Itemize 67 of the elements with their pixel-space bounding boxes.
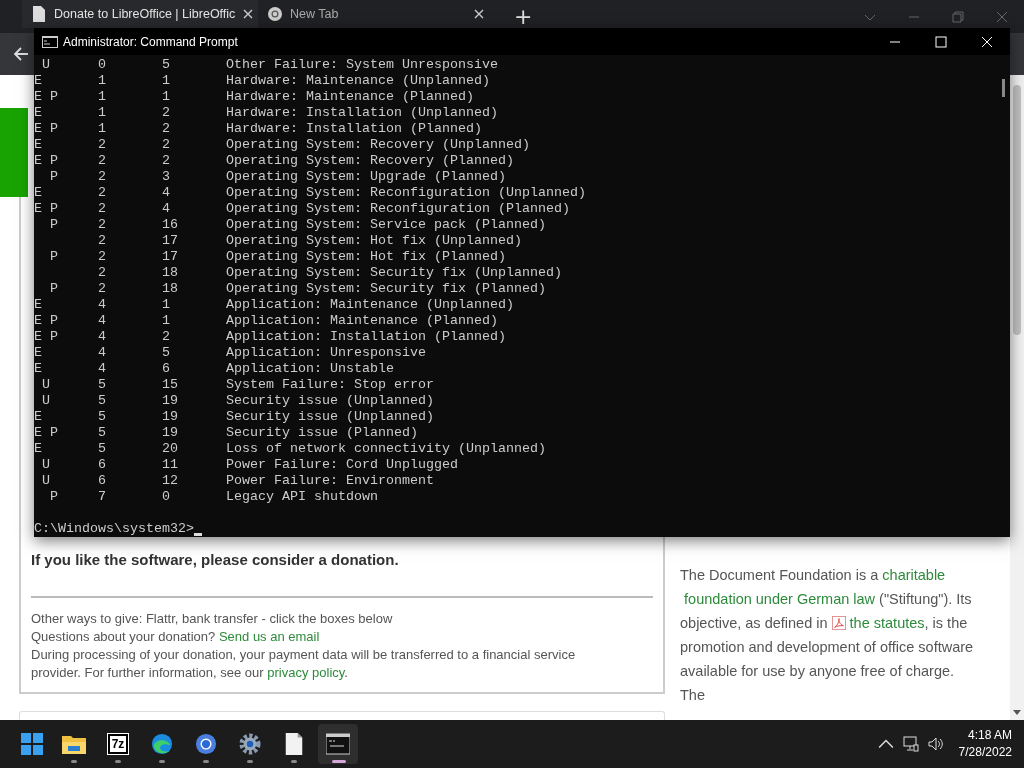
console-line: E 4 5 Application: Unresponsive	[34, 345, 427, 361]
console-line: U 5 19 Security issue (Unplanned)	[41, 393, 435, 409]
console-line: E P 2 2 Operating System: Recovery (Planned)	[34, 153, 515, 169]
page-icon	[32, 6, 46, 22]
console-line: E 5 20 Loss of network connectivity (Unplanned)	[34, 441, 547, 457]
console-line: U 0 5 Other Failure: System Unresponsive	[41, 57, 499, 73]
scrollbar-thumb[interactable]	[1013, 85, 1021, 335]
command-prompt: C:\Windows\system32>	[34, 521, 194, 537]
browser-tab[interactable]: Donate to LibreOffice | LibreOffic	[22, 0, 258, 28]
text-link[interactable]: charitable	[882, 567, 946, 583]
new-tab-button[interactable]: +	[506, 4, 541, 29]
console-line: E P 4 2 Application: Installation (Planned)	[34, 329, 507, 345]
console-line: E P 5 19 Security issue (Planned)	[34, 425, 419, 441]
window-title: Administrator: Command Prompt	[63, 34, 238, 49]
console-line: E 5 19 Security issue (Unplanned)	[34, 409, 435, 425]
console-line: E 1 1 Hardware: Maintenance (Unplanned)	[34, 73, 491, 89]
maximize-icon[interactable]	[935, 35, 947, 48]
console-line: E 4 6 Application: Unstable	[34, 361, 395, 377]
console-line: E 2 2 Operating System: Recovery (Unplanned)	[34, 137, 531, 153]
console-line: U 6 12 Power Failure: Environment	[41, 473, 435, 489]
console-line: P 2 3 Operating System: Upgrade (Planned)	[49, 169, 507, 185]
edge-logo-icon	[150, 733, 174, 755]
console-line: E P 1 1 Hardware: Maintenance (Planned)	[34, 89, 475, 105]
page-scrollbar[interactable]	[1010, 75, 1024, 720]
browser-logo-icon	[268, 6, 282, 22]
back-arrow-icon[interactable]	[13, 46, 29, 62]
windows-logo-icon[interactable]	[21, 733, 43, 755]
taskbar-app[interactable]: 7z	[98, 724, 138, 764]
scroll-down-icon[interactable]	[1013, 710, 1021, 716]
tab-title: Donate to LibreOffice | LibreOffic	[54, 7, 236, 21]
terminal-icon	[42, 35, 58, 48]
browser-logo-icon	[194, 733, 218, 755]
console-line: P 2 18 Operating System: Security fix (Planned)	[49, 281, 547, 297]
info-line: During processing of your donation, your payment data will be transferred to a financial service provider. For further information, see our privacy policy.	[31, 646, 577, 682]
console-scrollbar[interactable]	[1002, 79, 1005, 97]
clock-time[interactable]: 4:18 AM	[967, 727, 1012, 744]
info-line: Questions about your donation? Send us an email	[31, 628, 321, 646]
console-line: E P 1 2 Hardware: Installation (Planned)	[34, 121, 483, 137]
pdf-icon	[831, 616, 846, 630]
tab-title: New Tab	[290, 7, 340, 21]
terminal-icon	[326, 733, 350, 755]
info-line: Other ways to give: Flattr, bank transfer - click the boxes below	[31, 610, 394, 628]
text-link[interactable]: foundation under German law	[684, 591, 876, 607]
lead-text: If you like the software, please consider a donation.	[31, 551, 400, 568]
folder-icon	[62, 733, 86, 755]
foundation-paragraph: The Document Foundation is a charitable foundation under German law ("Stiftung"). Its objective, as defined in the statutes, is the promotion and development of office software available for use by anyone free of charge. The	[680, 566, 975, 705]
console-line: P 2 17 Operating System: Hot fix (Planned)	[49, 249, 507, 265]
console-line: E P 2 4 Operating System: Reconfiguration (Planned)	[34, 201, 571, 217]
console-line: E P 4 1 Application: Maintenance (Planned)	[34, 313, 499, 329]
gear-icon	[238, 733, 262, 755]
taskbar-app[interactable]	[318, 724, 358, 764]
console-line: P 7 0 Legacy API shutdown	[49, 489, 379, 505]
console-line: U 6 11 Power Failure: Cord Unplugged	[41, 457, 459, 473]
clock-date[interactable]: 7/28/2022	[958, 744, 1012, 761]
console-line: E 2 4 Operating System: Reconfiguration (Unplanned)	[34, 185, 587, 201]
console-line: 2 17 Operating System: Hot fix (Unplanned)	[97, 233, 523, 249]
text-link[interactable]: Send us an email	[218, 629, 320, 644]
console-line: U 5 15 System Failure: Stop error	[41, 377, 435, 393]
console-line: E 1 2 Hardware: Installation (Unplanned)	[34, 105, 499, 121]
console-line: 2 18 Operating System: Security fix (Unplanned)	[97, 265, 563, 281]
volume-icon[interactable]	[927, 736, 944, 752]
console-line: E 4 1 Application: Maintenance (Unplanned)	[34, 297, 515, 313]
text-cursor	[193, 533, 202, 536]
network-icon[interactable]	[902, 736, 919, 752]
text-link[interactable]: the statutes	[831, 615, 925, 631]
app-label: 7z	[107, 734, 129, 754]
console-line: P 2 16 Operating System: Service pack (Planned)	[49, 217, 547, 233]
